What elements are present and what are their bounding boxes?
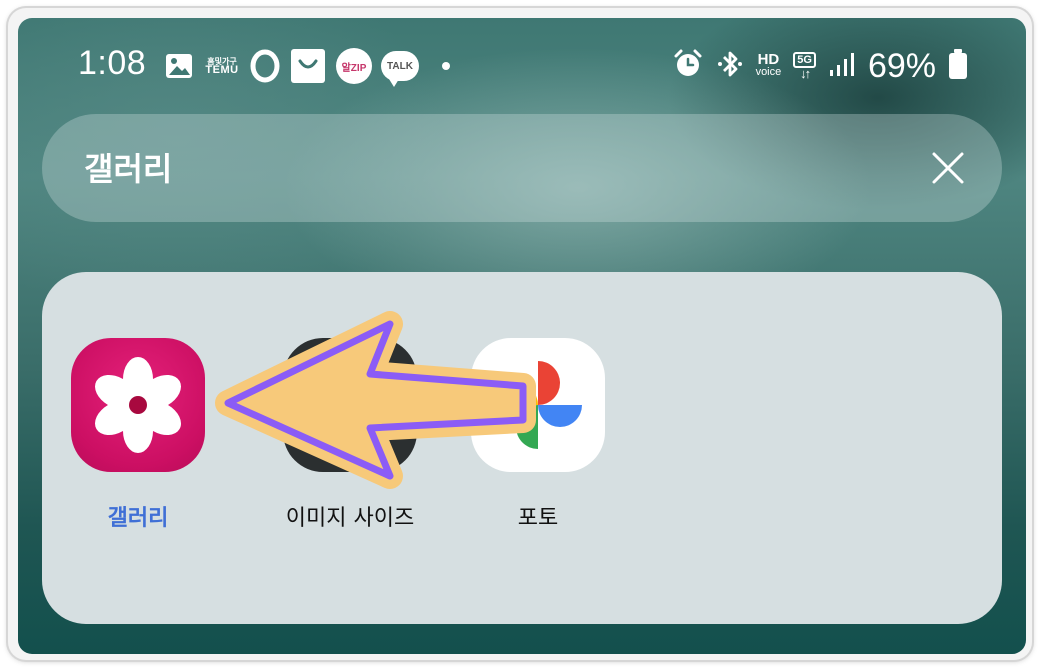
clear-search-button[interactable] (924, 144, 972, 192)
alarm-icon (672, 48, 704, 84)
search-bar[interactable]: 갤러리 (42, 114, 1002, 222)
temu-line2: TEMU (205, 64, 239, 76)
hd-voice-top: HD (757, 51, 780, 68)
google-photos-icon[interactable] (471, 338, 605, 472)
app-result-image-size[interactable]: 이미지 사이즈 (260, 338, 440, 532)
network-5g-icon: 5G ↓↑ (793, 52, 816, 80)
close-icon (932, 152, 964, 184)
status-bar: 1:08 홈및가구 TEMU 알ZIP TALK HD voice 5G ↓↑ … (18, 40, 1026, 92)
search-query[interactable]: 갤러리 (84, 144, 172, 190)
app-label-photos: 포토 (517, 506, 559, 531)
shopping-bag-icon (289, 47, 327, 85)
kakaotalk-icon: TALK (381, 51, 419, 87)
alzip-icon: 알ZIP (336, 48, 372, 84)
system-icons: HD voice 5G ↓↑ 69% (672, 44, 968, 88)
bluetooth-icon (716, 48, 744, 84)
more-dot-icon (442, 62, 450, 70)
gallery-flower-icon[interactable] (71, 338, 205, 472)
signal-icon (828, 50, 856, 82)
image-size-icon[interactable] (283, 338, 417, 472)
phone-screen: 1:08 홈및가구 TEMU 알ZIP TALK HD voice 5G ↓↑ … (18, 18, 1026, 654)
search-results-card: 갤러리 이미지 사이즈 포토 (42, 272, 1002, 624)
app-result-photos[interactable]: 포토 (448, 338, 628, 532)
temu-icon: 홈및가구 TEMU (203, 57, 241, 76)
app-label-image-size: 이미지 사이즈 (285, 506, 415, 531)
image-icon (164, 51, 194, 81)
opera-icon (250, 49, 280, 83)
battery-percent: 69% (867, 46, 936, 85)
notification-icons: 홈및가구 TEMU 알ZIP TALK (164, 46, 450, 87)
hd-voice-icon: HD voice (755, 51, 782, 78)
hd-voice-bottom: voice (755, 66, 782, 78)
app-result-gallery[interactable]: 갤러리 (48, 338, 228, 532)
network-arrows: ↓↑ (800, 66, 811, 81)
app-label-gallery: 갤러리 (107, 506, 169, 531)
status-clock: 1:08 (78, 44, 147, 82)
battery-icon (948, 48, 968, 84)
